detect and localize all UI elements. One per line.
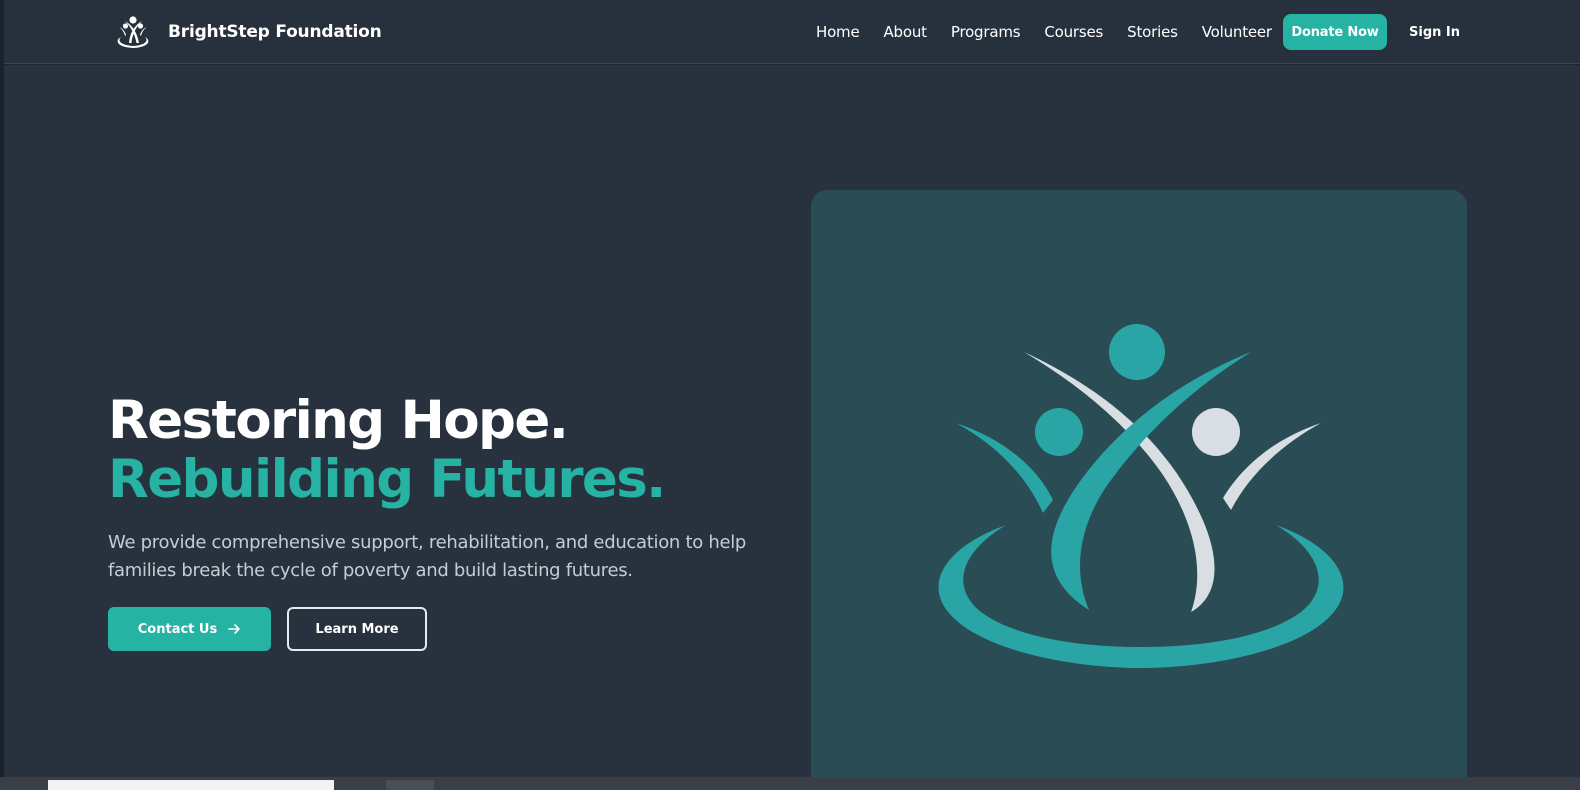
nav-link-about[interactable]: About [884, 23, 928, 41]
people-raising-arms-logo-icon [117, 16, 149, 48]
contact-us-label: Contact Us [137, 621, 218, 637]
hero-description: We provide comprehensive support, rehabi… [108, 532, 747, 581]
donate-now-button[interactable]: Donate Now [1283, 14, 1387, 50]
nav-link-programs[interactable]: Programs [951, 23, 1021, 41]
brand[interactable]: BrightStep Foundation [112, 14, 382, 50]
contact-us-button[interactable]: Contact Us [108, 607, 271, 651]
nav-link-volunteer[interactable]: Volunteer [1202, 23, 1272, 41]
top-navigation: BrightStep Foundation Home About Program… [4, 0, 1580, 64]
hero-title: Restoring Hope. Rebuilding Futures. [108, 390, 666, 510]
nav-links: Home About Programs Courses Stories Volu… [816, 0, 1296, 64]
people-raising-arms-logo-icon [938, 324, 1344, 668]
learn-more-button[interactable]: Learn More [287, 607, 427, 651]
hero-section: Restoring Hope. Rebuilding Futures. We p… [4, 65, 1580, 790]
sign-in-link[interactable]: Sign In [1409, 14, 1460, 50]
nav-link-courses[interactable]: Courses [1044, 23, 1103, 41]
brand-name: BrightStep Foundation [168, 22, 382, 42]
hero-image-card [811, 190, 1467, 790]
nav-link-home[interactable]: Home [816, 23, 860, 41]
hero-title-line-2: Rebuilding Futures. [108, 449, 666, 510]
taskbar-window-thumbnail [48, 780, 334, 790]
nav-link-stories[interactable]: Stories [1127, 23, 1178, 41]
hero-title-line-1: Restoring Hope. [108, 390, 569, 451]
arrow-right-icon [228, 624, 241, 634]
page: BrightStep Foundation Home About Program… [0, 0, 1580, 790]
taskbar-item [386, 780, 434, 790]
